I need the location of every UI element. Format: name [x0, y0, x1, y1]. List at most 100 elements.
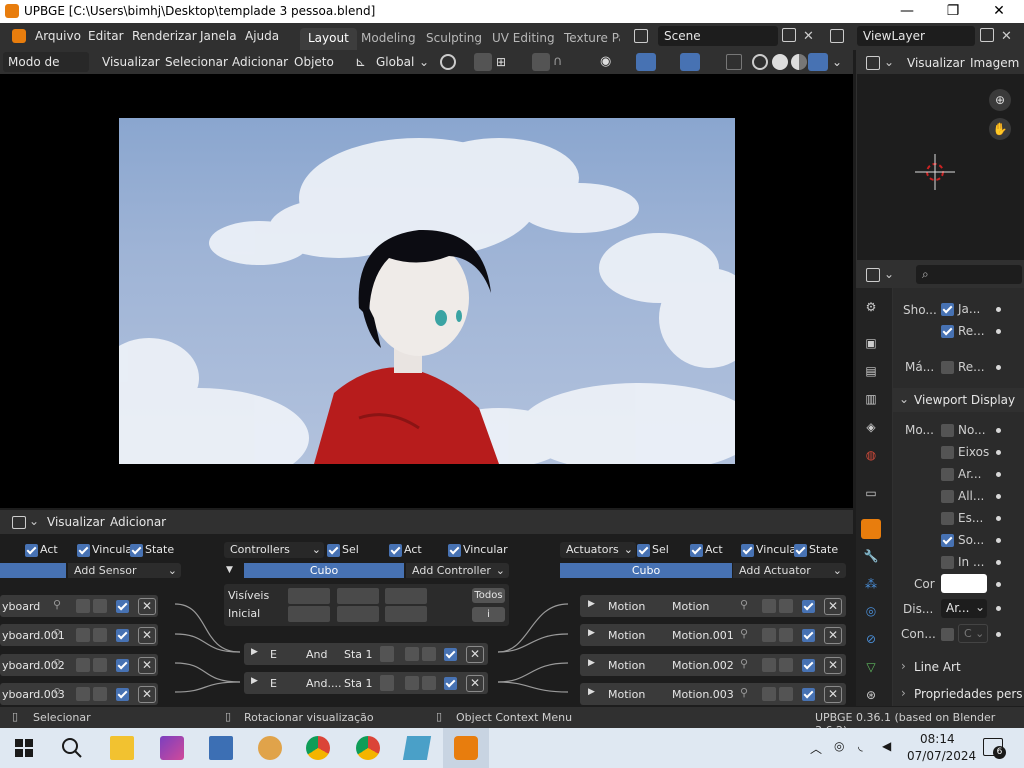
- visible-state-bits-1[interactable]: [288, 588, 330, 604]
- expand-triangle-icon[interactable]: ▶: [251, 676, 258, 686]
- remove-sensor-button[interactable]: ✕: [138, 627, 156, 644]
- controller-sel-checkbox[interactable]: [327, 544, 340, 557]
- search-icon[interactable]: [60, 736, 84, 760]
- constraints-tab-icon[interactable]: ⊘: [861, 632, 881, 652]
- transform-orientation-dropdown[interactable]: Global: [376, 52, 414, 72]
- remove-viewlayer-icon[interactable]: ✕: [1001, 29, 1012, 44]
- falloff-icon[interactable]: ∩: [553, 54, 563, 69]
- chevron-down-icon[interactable]: ⌄: [419, 52, 429, 72]
- new-scene-icon[interactable]: [782, 28, 796, 42]
- blender-logo-icon[interactable]: [12, 29, 26, 43]
- add-controller-dropdown[interactable]: Add Controller ⌄: [406, 563, 509, 578]
- rendered-shading-icon[interactable]: [808, 53, 828, 71]
- actuators-dropdown[interactable]: Actuators ⌄: [560, 542, 636, 558]
- chevron-down-icon[interactable]: ⌄: [884, 267, 894, 281]
- sensor-state-checkbox[interactable]: [130, 544, 143, 557]
- overlays-toggle-icon[interactable]: [680, 53, 700, 71]
- move-down-button[interactable]: [93, 628, 107, 642]
- display-checkbox-5[interactable]: [941, 512, 954, 525]
- sensor-link-checkbox[interactable]: [77, 544, 90, 557]
- video-editor-icon[interactable]: [160, 736, 184, 760]
- collapse-triangle-icon[interactable]: ▼: [226, 565, 233, 575]
- close-button[interactable]: ✕: [976, 0, 1022, 23]
- logic-editor-type-icon[interactable]: [12, 516, 26, 529]
- sensor-row[interactable]: yboard.003 ⚲ ✕: [0, 683, 158, 705]
- display-checkbox-3[interactable]: [941, 468, 954, 481]
- tab-texture-paint[interactable]: Texture Pai: [556, 28, 620, 50]
- actuator-row[interactable]: ▶ Motion Motion ⚲ ✕: [580, 595, 846, 617]
- pin-icon[interactable]: ⚲: [53, 657, 61, 670]
- remove-scene-icon[interactable]: ✕: [803, 29, 814, 44]
- remove-actuator-button[interactable]: ✕: [824, 598, 842, 615]
- xray-toggle-icon[interactable]: [726, 54, 742, 70]
- world-tab-icon[interactable]: ◍: [861, 448, 881, 468]
- physics-tab-icon[interactable]: ◎: [861, 604, 881, 624]
- camera-view[interactable]: [119, 118, 735, 464]
- new-viewlayer-icon[interactable]: [980, 28, 994, 42]
- expand-triangle-icon[interactable]: ▶: [251, 647, 258, 657]
- image-menu-visualizar[interactable]: Visualizar: [907, 56, 965, 70]
- sensor-enabled-checkbox[interactable]: [116, 659, 129, 672]
- logic-menu-adicionar[interactable]: Adicionar: [110, 515, 166, 529]
- tab-layout[interactable]: Layout: [300, 28, 357, 50]
- menu-editar[interactable]: Editar: [88, 29, 124, 43]
- menu-renderizar[interactable]: Renderizar: [132, 29, 197, 43]
- menu-visualizar[interactable]: Visualizar: [102, 52, 160, 72]
- remove-sensor-button[interactable]: ✕: [138, 598, 156, 615]
- controller-object-bar[interactable]: Cubo: [244, 563, 404, 578]
- remove-controller-button[interactable]: ✕: [466, 675, 484, 692]
- view-layer-tab-icon[interactable]: ▥: [861, 392, 881, 412]
- actuator-enabled-checkbox[interactable]: [802, 600, 815, 613]
- logic-menu-visualizar[interactable]: Visualizar: [47, 515, 105, 529]
- actuator-act-checkbox[interactable]: [690, 544, 703, 557]
- keyframe-dot[interactable]: [996, 560, 1001, 565]
- keyframe-dot[interactable]: [996, 365, 1001, 370]
- move-down-button[interactable]: [93, 658, 107, 672]
- editor-type-icon[interactable]: [866, 56, 880, 70]
- keyframe-dot[interactable]: [996, 329, 1001, 334]
- move-up-button[interactable]: [76, 658, 90, 672]
- keyframe-dot[interactable]: [996, 494, 1001, 499]
- chrome-profile-icon[interactable]: [356, 736, 380, 760]
- sensor-object-bar[interactable]: [0, 563, 66, 578]
- keyframe-dot[interactable]: [996, 516, 1001, 521]
- actuator-row[interactable]: ▶ Motion Motion.002 ⚲ ✕: [580, 654, 846, 676]
- maximize-button[interactable]: ❐: [930, 0, 976, 23]
- move-down-button[interactable]: [422, 676, 436, 690]
- keyframe-dot[interactable]: [996, 450, 1001, 455]
- sensor-row[interactable]: yboard.001 ⚲ ✕: [0, 624, 158, 646]
- move-down-button[interactable]: [779, 658, 793, 672]
- pan-hand-icon[interactable]: ✋: [989, 118, 1011, 140]
- notifications-icon[interactable]: 6: [983, 738, 1006, 759]
- remove-actuator-button[interactable]: ✕: [824, 686, 842, 703]
- scene-tab-icon[interactable]: ◈: [861, 420, 881, 440]
- move-down-button[interactable]: [93, 599, 107, 613]
- windows-start-icon[interactable]: [12, 736, 36, 760]
- initial-state-bits-2[interactable]: [337, 606, 379, 622]
- zoom-icon[interactable]: ⊕: [989, 89, 1011, 111]
- actuator-enabled-checkbox[interactable]: [802, 629, 815, 642]
- sensor-row[interactable]: yboard ⚲ ✕: [0, 595, 158, 617]
- actuator-row[interactable]: ▶ Motion Motion.003 ⚲ ✕: [580, 683, 846, 705]
- custom-properties-panel-header[interactable]: › Propriedades pers: [893, 683, 1024, 705]
- chrome-icon[interactable]: [306, 736, 330, 760]
- sensor-enabled-checkbox[interactable]: [116, 629, 129, 642]
- initial-state-bits-1[interactable]: [288, 606, 330, 622]
- controller-act-checkbox[interactable]: [389, 544, 402, 557]
- keyframe-dot[interactable]: [996, 307, 1001, 312]
- volume-icon[interactable]: ◀: [882, 739, 891, 753]
- all-states-button[interactable]: Todos: [472, 588, 505, 603]
- paint-icon[interactable]: [258, 736, 282, 760]
- pin-icon[interactable]: ⚲: [740, 657, 748, 670]
- material-shading-icon[interactable]: [791, 54, 807, 70]
- actuator-link-checkbox[interactable]: [741, 544, 754, 557]
- display-checkbox-7[interactable]: [941, 556, 954, 569]
- scene-icon[interactable]: [634, 29, 648, 43]
- move-up-button[interactable]: [762, 687, 776, 701]
- clock-time[interactable]: 08:14: [920, 732, 955, 746]
- modifier-tab-icon[interactable]: 🔧: [861, 549, 881, 569]
- actuator-sel-checkbox[interactable]: [637, 544, 650, 557]
- move-down-button[interactable]: [93, 687, 107, 701]
- pin-icon[interactable]: ⚲: [740, 598, 748, 611]
- particles-tab-icon[interactable]: ⁂: [861, 577, 881, 597]
